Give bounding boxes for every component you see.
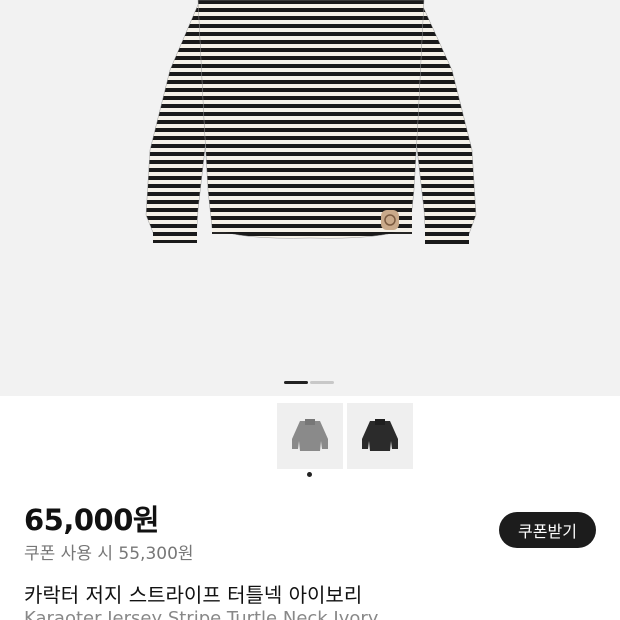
product-title-english: Karaoter Jersey Stripe Turtle Neck Ivory <box>24 608 379 620</box>
get-coupon-button[interactable]: 쿠폰받기 <box>499 512 596 548</box>
slide-indicator-inactive <box>310 381 334 384</box>
product-image <box>145 0 477 244</box>
slide-indicator <box>284 381 334 384</box>
thumbnail-gray[interactable] <box>277 403 343 469</box>
thumbnail-list <box>277 403 413 469</box>
thumbnail-black[interactable] <box>347 403 413 469</box>
product-price: 65,000원 <box>24 503 160 537</box>
gray-sweater-icon <box>292 419 328 451</box>
product-image-gallery[interactable] <box>0 0 620 396</box>
thumbnail-selected-indicator <box>307 472 312 477</box>
product-title-korean: 카락터 저지 스트라이프 터틀넥 아이보리 <box>24 583 363 607</box>
slide-indicator-active <box>284 381 308 384</box>
coupon-price: 쿠폰 사용 시 55,300원 <box>24 544 194 564</box>
black-sweater-icon <box>362 419 398 451</box>
